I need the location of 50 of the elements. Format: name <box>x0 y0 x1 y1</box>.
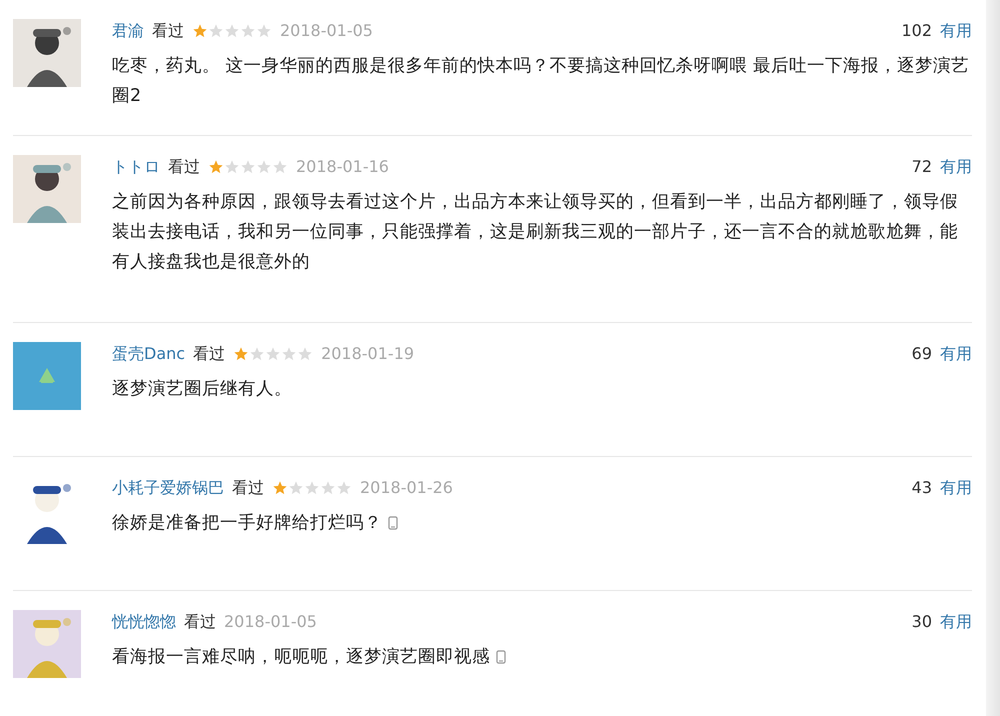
star-icon <box>233 346 250 362</box>
star-icon <box>336 480 352 496</box>
star-icon <box>320 480 336 496</box>
watch-status: 看过 <box>184 611 216 633</box>
watch-status: 看过 <box>152 20 184 42</box>
watch-status: 看过 <box>168 156 200 178</box>
star-icon <box>256 23 272 39</box>
useful-link[interactable]: 有用 <box>940 476 972 500</box>
user-name[interactable]: 小耗子爱娇锅巴 <box>112 476 224 500</box>
star-icon <box>249 346 266 362</box>
useful-link[interactable]: 有用 <box>940 610 972 634</box>
vote-count: 43 <box>912 477 932 499</box>
star-icon <box>208 23 224 39</box>
watch-status: 看过 <box>193 343 226 365</box>
comment-text: 之前因为各种原因，跟领导去看过这个片，出品方本来让领导买的，但看到一半，出品方都刚睡了，领导假装出去接电话，我和另一位同事，只能强撑着，这是刷新我三观的一部片子，还一言不合的就尬歌尬舞，能有人接盘我也是很意外的 <box>112 191 959 274</box>
user-name[interactable]: 恍恍惚惚 <box>112 610 176 634</box>
user-name[interactable]: トトロ <box>112 155 160 179</box>
user-name[interactable]: 君渝 <box>112 19 144 43</box>
comment-text: 逐梦演艺圈后继有人。 <box>112 378 293 401</box>
watch-status: 看过 <box>232 477 264 499</box>
vote-count: 102 <box>901 20 932 42</box>
star-icon <box>281 346 298 362</box>
star-icon <box>265 346 282 362</box>
star-icon <box>224 159 240 175</box>
useful-link[interactable]: 有用 <box>940 19 972 43</box>
star-icon <box>272 159 288 175</box>
comment-date: 2018-01-16 <box>296 156 389 178</box>
comment-date: 2018-01-05 <box>224 611 317 633</box>
star-icon <box>304 480 320 496</box>
vote-count: 69 <box>912 343 932 365</box>
star-icon <box>272 480 288 496</box>
star-icon <box>224 23 240 39</box>
comment-date: 2018-01-05 <box>280 20 373 42</box>
comment-text: 看海报一言难尽呐，呃呃呃，逐梦演艺圈即视感 <box>112 642 972 672</box>
vote-count: 30 <box>912 611 932 633</box>
vote-count: 72 <box>912 156 932 178</box>
comment-date: 2018-01-19 <box>321 343 414 365</box>
useful-link[interactable]: 有用 <box>940 342 972 366</box>
star-icon <box>192 23 208 39</box>
useful-link[interactable]: 有用 <box>940 155 972 179</box>
comment-text: 徐娇是准备把一手好牌给打烂吗？ <box>112 508 972 538</box>
star-icon <box>297 346 314 362</box>
user-name[interactable]: 蛋壳Danc <box>112 342 186 366</box>
star-icon <box>208 159 224 175</box>
star-icon <box>240 23 256 39</box>
star-icon <box>256 159 272 175</box>
star-icon <box>240 159 256 175</box>
comment-date: 2018-01-26 <box>360 477 453 499</box>
comment-text: 吃枣，药丸。 这一身华丽的西服是很多年前的快本吗？不要搞这种回忆杀呀啊喂 最后吐一下海报，逐梦演艺圈2 <box>112 55 970 108</box>
star-icon <box>288 480 304 496</box>
